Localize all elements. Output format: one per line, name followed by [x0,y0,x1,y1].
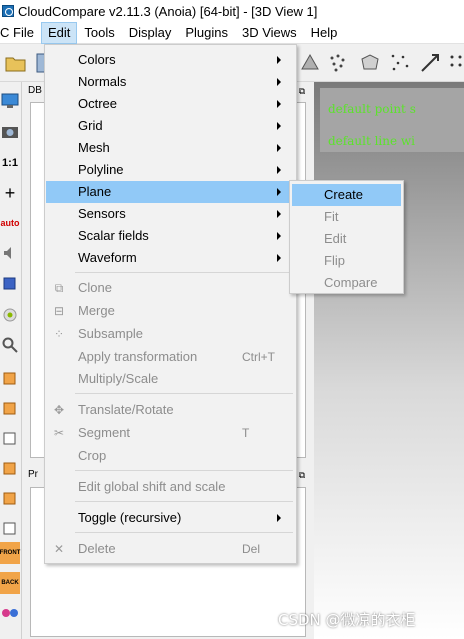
auto-pivot-label[interactable]: auto [0,212,20,234]
surface-icon[interactable] [298,51,322,75]
edit-menu-merge[interactable]: ⊟ Merge [46,300,295,322]
window-title: CloudCompare v2.11.3 (Anoia) [64-bit] - … [18,3,318,19]
submenu-arrow-icon [277,122,281,130]
edit-menu-polyline[interactable]: Polyline [46,159,295,181]
scattered-points-icon[interactable] [388,51,412,75]
crosshair-icon[interactable]: + [0,182,20,204]
menu-separator [75,501,293,502]
submenu-arrow-icon [277,100,281,108]
edit-menu-delete[interactable]: ✕ Delete Del [46,538,295,560]
edit-menu-colors[interactable]: Colors [46,49,295,71]
translate-rotate-icon: ✥ [53,403,65,417]
plane-fit[interactable]: Fit [292,206,401,228]
3d-view[interactable]: default point s default line wi [314,82,464,639]
edit-menu-mesh[interactable]: Mesh [46,137,295,159]
edit-menu-apply-transformation[interactable]: Apply transformation Ctrl+T [46,346,295,368]
color-dots-icon[interactable] [0,602,20,624]
view-back-icon[interactable] [0,516,20,538]
edit-menu-normals[interactable]: Normals [46,71,295,93]
submenu-arrow-icon [277,254,281,262]
menu-bar: C File Edit Tools Display Plugins 3D Vie… [0,21,464,44]
edit-menu-waveform[interactable]: Waveform [46,247,295,269]
iso-front-label[interactable]: FRONT [0,542,20,564]
menu-plugins[interactable]: Plugins [178,22,235,44]
view-right-icon[interactable] [0,456,20,478]
edit-menu-toggle-recursive[interactable]: Toggle (recursive) [46,507,295,529]
merge-icon: ⊟ [53,304,65,318]
edit-menu-sensors[interactable]: Sensors [46,203,295,225]
edit-menu-segment[interactable]: ✂ Segment T [46,422,295,444]
shortcut-label: T [242,426,250,440]
camera-icon[interactable] [0,120,20,142]
subsample-icon: ⁘ [53,327,65,341]
edit-menu-plane[interactable]: Plane [46,181,295,203]
plane-submenu: Create Fit Edit Flip Compare [289,180,404,294]
zoom-magnifier-icon[interactable] [0,334,20,356]
shortcut-label: Del [242,542,261,556]
properties-float-icon[interactable]: ⧉ [296,469,308,481]
view-message-1: default point s [328,102,416,116]
menu-file[interactable]: C File [0,22,41,44]
menu-tools[interactable]: Tools [77,22,121,44]
edit-menu-multiply-scale[interactable]: Multiply/Scale [46,368,295,390]
clone-icon: ⧉ [54,281,64,295]
submenu-arrow-icon [277,78,281,86]
submenu-arrow-icon [277,56,281,64]
edit-menu-clone[interactable]: ⧉ Clone [46,277,295,299]
monitor-icon[interactable] [0,90,20,112]
view-toolbar: 1:1 + auto FRONT BACK [0,82,22,639]
menu-3d-views[interactable]: 3D Views [235,22,304,44]
zoom-1-1-label[interactable]: 1:1 [0,152,20,174]
watermark-text: CSDN @微凉的衣柜 [278,611,416,629]
view-message-box: default point s default line wi [320,88,464,152]
menu-edit[interactable]: Edit [40,21,78,44]
plane-create[interactable]: Create [292,184,401,206]
view-top-icon[interactable] [0,366,20,388]
panel-float-icon[interactable]: ⧉ [296,85,308,97]
view-front-icon[interactable] [0,396,20,418]
submenu-arrow-icon [277,210,281,218]
edit-menu-grid[interactable]: Grid [46,115,295,137]
delete-icon: ✕ [53,542,65,556]
submenu-arrow-icon [277,166,281,174]
speaker-icon[interactable] [0,242,20,264]
edit-menu: Colors Normals Octree Grid Mesh Polyline… [44,44,297,564]
title-bar: CloudCompare v2.11.3 (Anoia) [64-bit] - … [0,0,464,22]
point-cloud-icon[interactable] [326,51,350,75]
submenu-arrow-icon [277,514,281,522]
plane-edit[interactable]: Edit [292,228,401,250]
sphere-icon[interactable] [0,304,20,326]
edit-menu-scalar-fields[interactable]: Scalar fields [46,225,295,247]
edit-menu-octree[interactable]: Octree [46,93,295,115]
open-folder-icon[interactable] [4,51,28,75]
plane-compare[interactable]: Compare [292,272,401,294]
view-left-icon[interactable] [0,426,20,448]
view-message-2: default line wi [328,134,416,148]
mesh-sample-icon[interactable] [358,51,382,75]
edit-menu-crop[interactable]: Crop [46,445,295,467]
menu-separator [75,393,293,394]
db-tree-header: DB [28,85,42,96]
submenu-arrow-icon [277,232,281,240]
menu-help[interactable]: Help [304,22,345,44]
menu-separator [75,470,293,471]
menu-separator [75,532,293,533]
properties-header: Pr [28,469,38,480]
plane-flip[interactable]: Flip [292,250,401,272]
submenu-arrow-icon [277,188,281,196]
view-bottom-icon[interactable] [0,486,20,508]
cloudcompare-logo-icon [2,5,14,17]
edit-menu-translate-rotate[interactable]: ✥ Translate/Rotate [46,399,295,421]
edit-menu-edit-global-shift[interactable]: Edit global shift and scale [46,476,295,498]
scissors-icon: ✂ [53,426,65,440]
iso-back-label[interactable]: BACK [0,572,20,594]
points-grid-icon[interactable] [446,51,464,75]
menu-display[interactable]: Display [122,22,179,44]
transform-arrow-icon[interactable] [418,51,442,75]
cube-view-icon[interactable] [0,272,20,294]
submenu-arrow-icon [277,144,281,152]
edit-menu-subsample[interactable]: ⁘ Subsample [46,323,295,345]
menu-separator [75,272,293,273]
shortcut-label: Ctrl+T [242,350,275,364]
